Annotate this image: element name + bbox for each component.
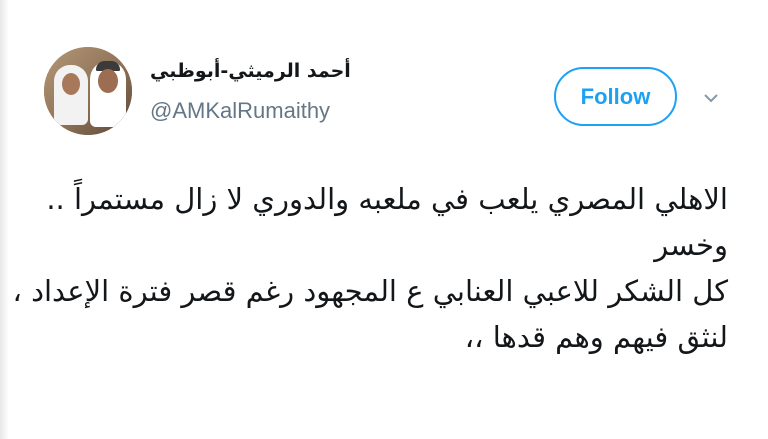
follow-button[interactable]: Follow [554,67,677,126]
tweet-line: كل الشكر للاعبي العنابي ع المجهود رغم قص… [12,274,729,308]
tweet-text: الاهلي المصري يلعب في ملعبه والدوري لا ز… [12,176,729,360]
left-edge-shadow [0,0,9,439]
tweet-line: الاهلي المصري يلعب في ملعبه والدوري لا ز… [46,182,728,216]
user-handle[interactable]: @AMKalRumaithy [150,98,330,124]
chevron-down-icon[interactable] [703,92,719,104]
tweet-line: وخسر [654,228,728,262]
avatar[interactable] [44,47,132,135]
display-name[interactable]: أحمد الرميثي-أبوظبي [150,60,351,82]
tweet-card: أحمد الرميثي-أبوظبي @AMKalRumaithy Follo… [0,0,768,439]
tweet-line: لنثق فيهم وهم قدها ،، [464,320,728,354]
